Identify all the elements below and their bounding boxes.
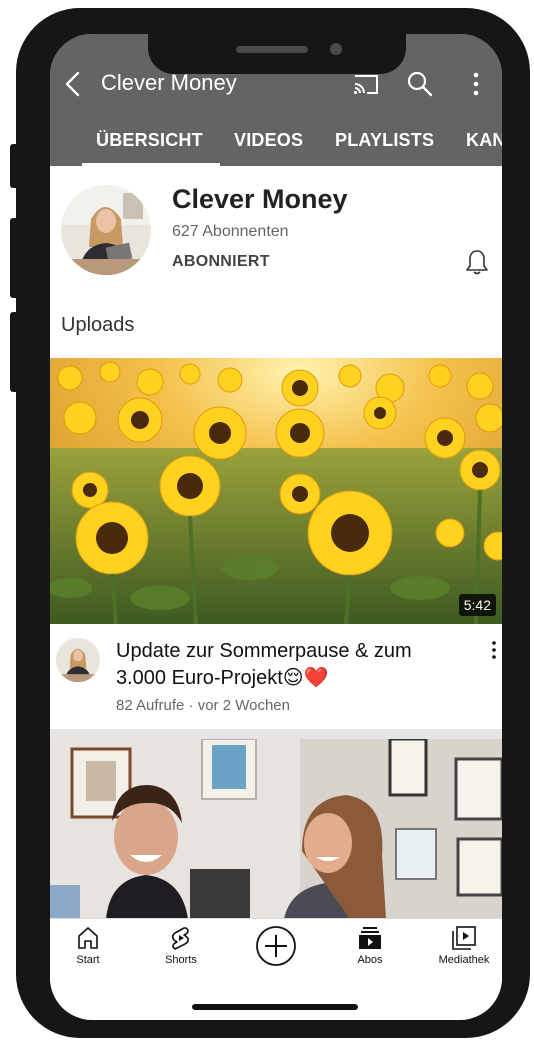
- cast-icon[interactable]: [352, 72, 380, 96]
- channel-tabs: ÜBERSICHT VIDEOS PLAYLISTS KAN: [50, 122, 502, 166]
- search-icon[interactable]: [406, 70, 434, 98]
- subscriber-count: 627 Abonnenten: [172, 223, 289, 240]
- bottom-navigation: Start Shorts Abos Mediathek: [50, 918, 502, 983]
- nav-create[interactable]: [238, 925, 314, 967]
- shorts-icon: [171, 927, 189, 950]
- channel-name: Clever Money: [172, 184, 348, 214]
- subscribe-button[interactable]: ABONNIERT: [172, 253, 270, 271]
- channel-avatar[interactable]: [61, 185, 151, 275]
- tab-uebersicht[interactable]: ÜBERSICHT: [96, 130, 203, 151]
- more-vertical-icon[interactable]: [466, 70, 486, 98]
- home-icon: [78, 927, 98, 949]
- nav-shorts-label: Shorts: [165, 954, 197, 966]
- video-channel-avatar[interactable]: [56, 638, 100, 682]
- subscriptions-icon: [359, 927, 381, 949]
- tab-playlists[interactable]: PLAYLISTS: [335, 130, 434, 151]
- speaker-grille: [236, 46, 308, 53]
- video-thumbnail-2[interactable]: [50, 739, 502, 919]
- phone-screen: Clever Money ÜBERSICHT VIDEOS PLAYLISTS …: [50, 34, 502, 1020]
- nav-start-label: Start: [76, 954, 100, 966]
- home-indicator[interactable]: [192, 1004, 358, 1010]
- arrow-back-icon[interactable]: [60, 70, 88, 98]
- video-title[interactable]: Update zur Sommerpause & zum 3.000 Euro-…: [116, 638, 466, 692]
- create-plus-icon: [256, 926, 296, 966]
- active-tab-indicator: [82, 163, 220, 166]
- phone-notch: [148, 28, 406, 74]
- nav-shorts[interactable]: Shorts: [143, 925, 219, 966]
- tab-kanaele[interactable]: KAN: [466, 130, 502, 151]
- nav-mediathek-label: Mediathek: [438, 954, 490, 966]
- nav-mediathek[interactable]: Mediathek: [426, 925, 502, 966]
- nav-abos[interactable]: Abos: [332, 925, 408, 966]
- feed-divider: [50, 729, 502, 739]
- nav-abos-label: Abos: [357, 954, 383, 966]
- video-thumbnail-1[interactable]: 5:42: [50, 358, 502, 624]
- nav-start[interactable]: Start: [50, 925, 126, 966]
- video-duration-badge: 5:42: [458, 594, 496, 616]
- bell-icon[interactable]: [464, 248, 490, 276]
- section-title-uploads: Uploads: [61, 314, 135, 336]
- library-icon: [452, 926, 476, 950]
- tab-videos[interactable]: VIDEOS: [234, 130, 303, 151]
- video-options-icon[interactable]: [488, 640, 500, 660]
- video-meta: 82 Aufrufe · vor 2 Wochen: [116, 697, 290, 714]
- front-camera: [330, 43, 342, 55]
